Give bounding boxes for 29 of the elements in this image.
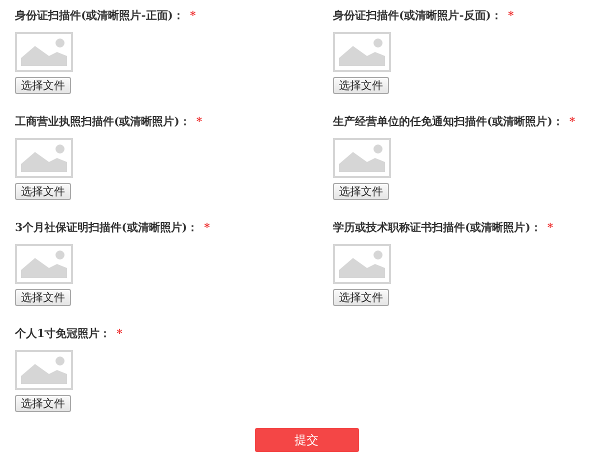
field-label: 身份证扫描件(或清晰照片-正面)：	[15, 9, 184, 22]
required-mark: *	[190, 9, 196, 22]
choose-file-button[interactable]: 选择文件	[15, 183, 71, 200]
image-placeholder-icon	[333, 32, 391, 72]
choose-file-button[interactable]: 选择文件	[15, 395, 71, 412]
field-label: 生产经营单位的任免通知扫描件(或清晰照片)：	[333, 115, 564, 128]
choose-file-button[interactable]: 选择文件	[333, 289, 389, 306]
required-mark: *	[569, 115, 576, 128]
image-placeholder-icon	[333, 244, 391, 284]
image-placeholder-icon	[15, 350, 73, 390]
choose-file-button[interactable]: 选择文件	[15, 289, 71, 306]
required-mark: *	[508, 9, 514, 22]
required-mark: *	[547, 221, 554, 234]
required-mark: *	[204, 221, 210, 234]
image-placeholder-icon	[15, 138, 73, 178]
field-label: 工商营业执照扫描件(或清晰照片)：	[15, 115, 190, 128]
field-label: 身份证扫描件(或清晰照片-反面)：	[333, 9, 502, 22]
required-mark: *	[196, 115, 202, 128]
field-label: 个人1寸免冠照片：	[15, 327, 111, 340]
choose-file-button[interactable]: 选择文件	[333, 77, 389, 94]
submit-button[interactable]: 提交	[254, 428, 358, 452]
image-placeholder-icon	[333, 138, 391, 178]
choose-file-button[interactable]: 选择文件	[15, 77, 71, 94]
image-placeholder-icon	[15, 244, 73, 284]
image-placeholder-icon	[15, 32, 73, 72]
choose-file-button[interactable]: 选择文件	[333, 183, 389, 200]
required-mark: *	[116, 327, 122, 340]
field-label: 学历或技术职称证书扫描件(或清晰照片)：	[333, 221, 542, 234]
field-label: 3个月社保证明扫描件(或清晰照片)：	[15, 221, 198, 234]
